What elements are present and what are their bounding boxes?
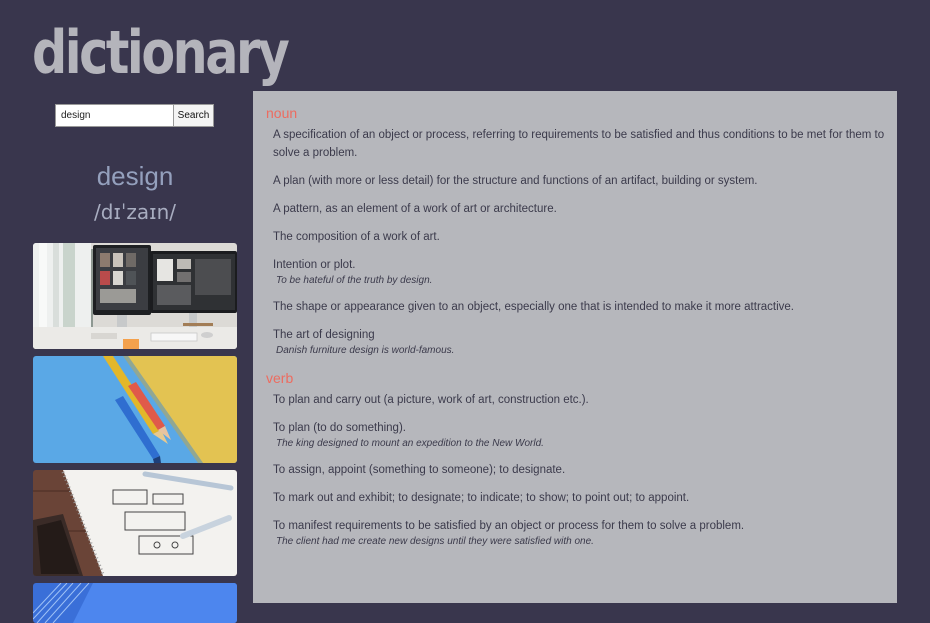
definition-text: The art of designing [273,329,375,341]
colored-pencils-image [33,356,237,463]
definition-text: To mark out and exhibit; to designate; t… [273,492,690,504]
part-of-speech-noun: noun [266,105,298,121]
definitions-panel: noun A specification of an object or pro… [253,91,897,603]
definition-text: The composition of a work of art. [273,231,440,243]
definition-item: To assign, appoint (something to someone… [273,461,885,479]
definition-text: A specification of an object or process,… [273,129,885,159]
definition-example: Danish furniture design is world-famous. [276,345,455,356]
meaning-verb: verb To plan and carry out (a picture, w… [266,368,885,549]
entry-word: design [96,161,174,191]
meaning-noun: noun A specification of an object or pro… [266,103,885,358]
definition-text: To manifest requirements to be satisfied… [273,520,745,532]
definition-text: The shape or appearance given to an obje… [273,301,795,313]
definition-list-verb: To plan and carry out (a picture, work o… [266,391,885,549]
search-button[interactable]: Search [174,104,214,127]
definition-item: To plan and carry out (a picture, work o… [273,391,885,409]
definition-example: The client had me create new designs unt… [276,536,594,547]
entry-phonetic: /dɪˈzaɪn/ [94,200,176,224]
desk-computers-photo-icon [33,243,237,349]
definition-example: The king designed to mount an expedition… [276,438,544,449]
desk-computers-image [33,243,237,349]
app-title: dictionary [32,18,290,88]
definition-example: To be hateful of the truth by design. [276,275,433,286]
blue-lines-photo-icon [33,583,237,623]
definition-text: A plan (with more or less detail) for th… [273,175,758,187]
definition-item: The shape or appearance given to an obje… [273,298,885,316]
definition-text: To assign, appoint (something to someone… [273,464,566,476]
wireframe-sketch-photo-icon [33,470,237,576]
definition-item: To mark out and exhibit; to designate; t… [273,489,885,507]
definition-text: To plan and carry out (a picture, work o… [273,394,589,406]
definition-item: A specification of an object or process,… [273,126,885,162]
part-of-speech-verb: verb [266,370,294,386]
definition-item: The composition of a work of art. [273,228,885,246]
definition-text: Intention or plot. [273,259,356,271]
definition-text: A pattern, as an element of a work of ar… [273,203,557,215]
search-form: Search [55,104,214,127]
search-input[interactable] [55,104,174,127]
definition-item: To manifest requirements to be satisfied… [273,517,885,549]
definition-text: To plan (to do something). [273,422,406,434]
blue-lines-image [33,583,237,623]
definition-list-noun: A specification of an object or process,… [266,126,885,358]
definition-item: Intention or plot. To be hateful of the … [273,256,885,288]
definition-item: A pattern, as an element of a work of ar… [273,200,885,218]
colored-pencils-photo-icon [33,356,237,463]
wireframe-sketch-image [33,470,237,576]
definition-item: A plan (with more or less detail) for th… [273,172,885,190]
definition-item: The art of designing Danish furniture de… [273,326,885,358]
definition-item: To plan (to do something). The king desi… [273,419,885,451]
